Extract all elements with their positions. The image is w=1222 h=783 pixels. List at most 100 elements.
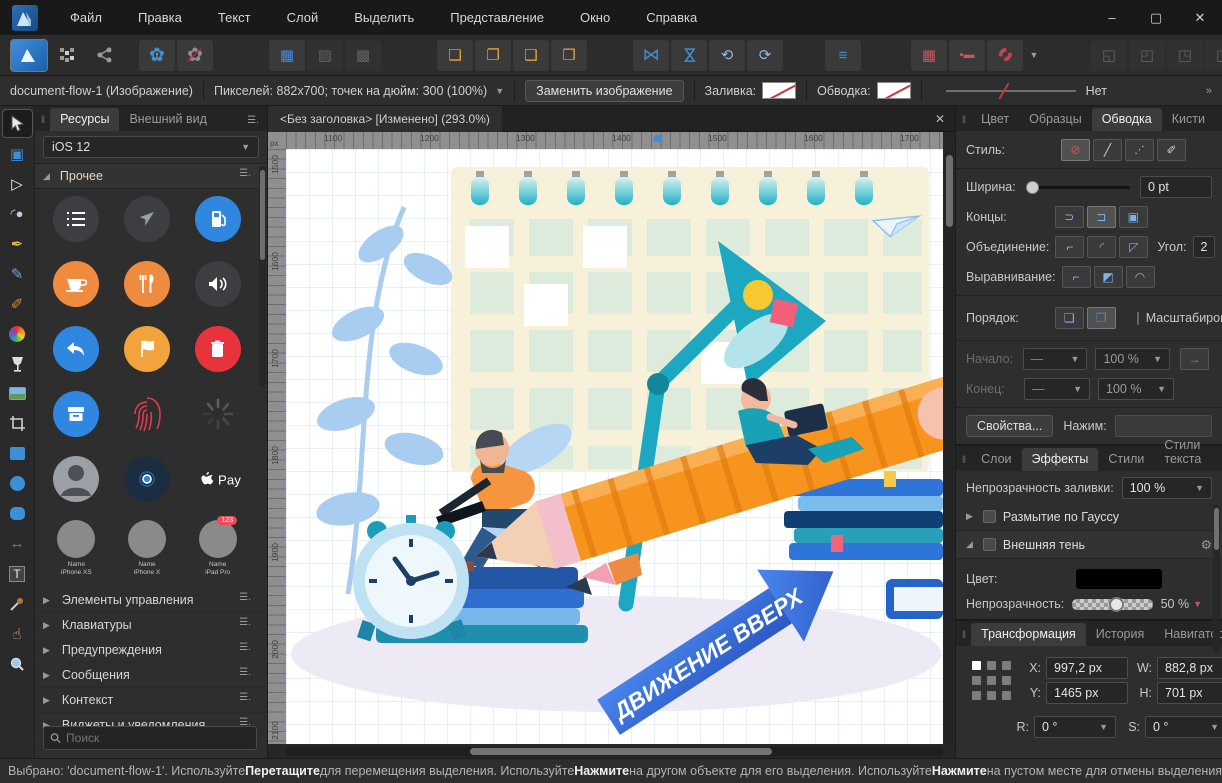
effects-scrollbar[interactable] [1213,504,1220,654]
asset-location-dot-icon[interactable] [124,456,170,502]
width-value[interactable]: 0 pt [1140,176,1212,198]
cap-square-icon[interactable]: ▣ [1119,206,1148,228]
text-tool[interactable]: T [3,560,32,587]
asset-restaurant-icon[interactable] [124,261,170,307]
menu-layer[interactable]: Слой [269,0,337,35]
h-field[interactable]: 701 px [1157,682,1222,704]
document-viewport[interactable]: ДВИЖЕНИЕ ВВЕРХ [286,149,943,744]
asset-flag-icon[interactable] [124,326,170,372]
move-to-back-icon[interactable]: ❏ [437,40,473,71]
tab-history[interactable]: История [1086,623,1154,646]
r-field[interactable]: 0 °▼ [1034,716,1116,738]
asset-device-iphone-x[interactable]: NameiPhone X [112,520,183,578]
stroke-width-slider[interactable] [946,90,1076,92]
align-icon[interactable]: ≡ [825,40,861,71]
fill-swatch[interactable] [762,82,796,99]
boolean-intersect-icon[interactable]: ◳ [1167,40,1203,71]
panel-grip-icon[interactable]: ‖ [956,455,971,471]
menu-window[interactable]: Окно [562,0,628,35]
width-slider[interactable] [1026,186,1130,189]
place-image-tool[interactable] [3,380,32,407]
maximize-button[interactable]: ▢ [1134,0,1178,35]
panel-grip-icon[interactable]: ‖ [35,115,50,131]
collapse-icon[interactable]: ◢ [43,171,50,182]
asset-coffee-icon[interactable] [53,261,99,307]
pixel-info-caret-icon[interactable]: ▼ [495,86,504,96]
vertical-scrollbar[interactable] [945,149,954,742]
shadow-opacity-value[interactable]: 50 % [1161,597,1190,611]
asset-avatar-icon[interactable] [53,456,99,502]
cap-butt-icon[interactable]: ⊃ [1055,206,1084,228]
pen-tool[interactable]: ✒ [3,230,32,257]
group-context[interactable]: ▶Контекст☰. [35,688,267,713]
crop-tool[interactable] [3,410,32,437]
asset-trash-icon[interactable] [195,326,241,372]
stroke-style-dashed-icon[interactable]: ⋰ [1125,139,1154,161]
x-field[interactable]: 997,2 px [1046,657,1128,679]
tab-stroke[interactable]: Обводка [1092,108,1162,131]
tab-text-styles[interactable]: Стили текста [1154,434,1222,471]
rounded-rectangle-tool[interactable] [3,500,32,527]
miter-value[interactable]: 2 [1193,236,1216,258]
snapping-magnet-icon[interactable] [987,40,1023,71]
export-persona-icon[interactable]: ✿↑ [139,40,175,71]
start-style-dropdown[interactable]: —▼ [1023,348,1088,370]
mesh-warp-icon[interactable]: ▦ [269,40,305,71]
group-alerts[interactable]: ▶Предупреждения☰. [35,638,267,663]
corner-tool[interactable]: ◜● [3,200,32,227]
join-miter-icon[interactable]: ⌐ [1055,236,1084,258]
assets-category-dropdown[interactable]: iOS 12▼ [43,136,259,158]
stroke-style-brush-icon[interactable]: ✐ [1157,139,1186,161]
tab-resources[interactable]: Ресурсы [50,108,119,131]
back-one-icon[interactable]: ❐ [475,40,511,71]
rotate-cw-icon[interactable]: ⟳ [747,40,783,71]
tab-styles[interactable]: Стили [1098,448,1154,471]
shadow-color-swatch[interactable] [1076,569,1162,589]
horizontal-scrollbar[interactable] [286,747,943,756]
start-scale-dropdown[interactable]: 100 %▼ [1095,348,1170,370]
vertical-ruler[interactable]: 1500 1600 1700 1800 1900 2000 2100 [268,149,286,744]
tab-swatches[interactable]: Образцы [1019,108,1092,131]
color-picker-tool[interactable] [3,590,32,617]
designer-persona-button[interactable] [11,40,47,71]
zoom-tool[interactable] [3,650,32,677]
snapping-options-caret-icon[interactable]: ▼ [1025,40,1041,71]
stroke-style-solid-icon[interactable]: ╱ [1093,139,1122,161]
document-tab[interactable]: <Без заголовка> [Изменено] (293.0%) [268,106,502,132]
shadow-opacity-slider[interactable] [1072,599,1152,610]
boolean-subtract-icon[interactable]: ◰ [1129,40,1165,71]
tab-layers[interactable]: Слои [971,448,1021,471]
group-keyboards[interactable]: ▶Клавиатуры☰. [35,613,267,638]
tab-transform[interactable]: Трансформация [971,623,1086,646]
asset-device-iphone-xs[interactable]: NameiPhone XS [41,520,112,578]
brush-tool[interactable]: ✐ [3,290,32,317]
assets-section-header[interactable]: ◢ Прочее ☰. [35,163,267,189]
s-field[interactable]: 0 °▼ [1145,716,1222,738]
shadow-checkbox[interactable] [983,538,996,551]
tab-color[interactable]: Цвет [971,108,1019,131]
section-menu-icon[interactable]: ☰. [231,168,259,184]
stroke-style-none-icon[interactable]: ⊘ [1061,139,1090,161]
asset-spinner-icon[interactable] [195,391,241,437]
tab-appearance[interactable]: Внешний вид [119,108,216,131]
asset-navigation-icon[interactable] [124,196,170,242]
asset-touchid-icon[interactable] [124,391,170,437]
align-outside-icon[interactable]: ◠ [1126,266,1155,288]
close-button[interactable]: ✕ [1178,0,1222,35]
ellipse-tool[interactable] [3,470,32,497]
swap-ends-icon[interactable]: → [1180,348,1209,370]
perspective-warp-icon[interactable]: ▨ [307,40,343,71]
asset-reply-icon[interactable] [53,326,99,372]
menu-text[interactable]: Текст [200,0,269,35]
boolean-xor-icon[interactable]: ◲ [1205,40,1222,71]
transparency-tool[interactable] [3,350,32,377]
y-field[interactable]: 1465 px [1046,682,1128,704]
cap-round-icon[interactable]: ⊐ [1087,206,1116,228]
modules-icon[interactable] [49,40,85,71]
asset-list-icon[interactable] [53,196,99,242]
group-controls[interactable]: ▶Элементы управления☰. [35,588,267,613]
node-tool[interactable]: ▷ [3,170,32,197]
share-icon[interactable] [87,40,123,71]
context-overflow-icon[interactable]: » [1206,85,1212,97]
asset-archive-icon[interactable] [53,391,99,437]
